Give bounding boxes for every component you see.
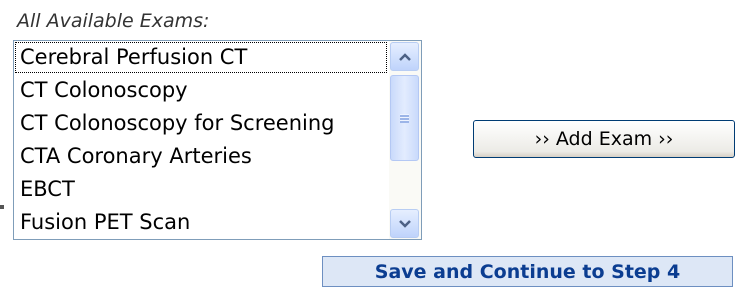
exam-list-item[interactable]: CT Colonoscopy for Screening (14, 107, 388, 140)
chevron-up-icon (398, 52, 411, 61)
scroll-up-button[interactable] (390, 42, 419, 71)
add-exam-button[interactable]: ›› Add Exam ›› (473, 120, 735, 158)
scroll-down-button[interactable] (390, 209, 419, 238)
exam-list-item[interactable]: Fusion PET Scan (14, 206, 388, 239)
save-and-continue-button[interactable]: Save and Continue to Step 4 (322, 256, 733, 287)
exam-list-item[interactable]: EBCT (14, 173, 388, 206)
exam-list-items: Cerebral Perfusion CT CT Colonoscopy CT … (14, 41, 388, 239)
list-scrollbar[interactable] (389, 41, 421, 239)
exam-list-item[interactable]: Cerebral Perfusion CT (14, 41, 388, 74)
chevron-down-icon (398, 219, 411, 228)
edge-mark (0, 205, 4, 209)
exam-list-item[interactable]: CTA Coronary Arteries (14, 140, 388, 173)
exam-list-item[interactable]: CT Colonoscopy (14, 74, 388, 107)
grip-icon (400, 113, 409, 123)
scroll-thumb[interactable] (390, 75, 419, 161)
all-available-exams-label: All Available Exams: (17, 10, 210, 32)
available-exams-listbox[interactable]: Cerebral Perfusion CT CT Colonoscopy CT … (13, 40, 422, 240)
